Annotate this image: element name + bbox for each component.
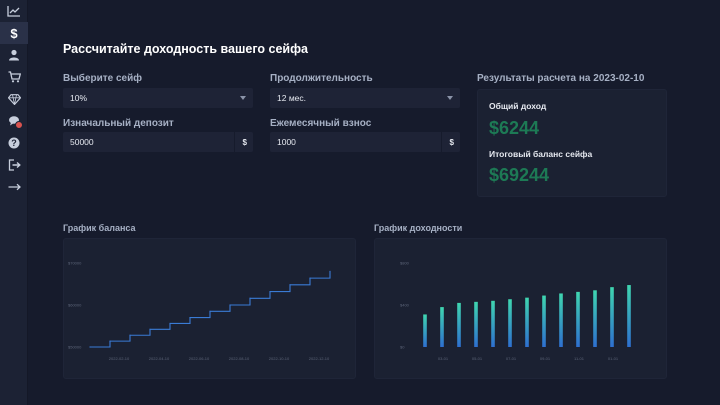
field-divider [441, 132, 442, 152]
balance-chart-title: График баланса [63, 223, 136, 233]
balance-label: Итоговый баланс сейфа [489, 149, 593, 159]
y-tick-label: $800 [400, 261, 410, 266]
x-tick-label: 2022-02-10 [109, 356, 130, 361]
sidebar-item-logout[interactable] [0, 154, 28, 176]
x-tick-label: 09-01 [540, 356, 551, 361]
balance-data-point [89, 346, 91, 348]
x-tick-label: 05-01 [472, 356, 483, 361]
balance-data-point [169, 322, 171, 325]
duration-select-label: Продолжительность [270, 73, 373, 84]
y-tick-label: $60000 [68, 303, 82, 308]
y-tick-label: $50000 [68, 345, 82, 350]
income-chart: $800 $400 $0 03-01 05-01 07-01 09-01 11-01 01-01 [400, 261, 631, 361]
deposit-field[interactable]: 50000 $ [63, 132, 253, 152]
x-tick-label: 2022-12-10 [309, 356, 330, 361]
income-bar [542, 295, 546, 347]
balance-data-point [249, 297, 251, 299]
sidebar-item-expand[interactable] [0, 176, 28, 198]
duration-select[interactable]: 12 мес. [270, 88, 460, 108]
income-label: Общий доход [489, 101, 547, 111]
balance-data-point [109, 340, 111, 342]
deposit-field-label: Изначальный депозит [63, 118, 174, 129]
monthly-field[interactable]: 1000 $ [270, 132, 460, 152]
safe-select-value: 10% [70, 93, 88, 103]
field-divider [234, 132, 235, 152]
balance-data-point [309, 277, 311, 279]
x-tick-label: 01-01 [608, 356, 619, 361]
income-bar [491, 300, 495, 347]
balance-series-line [90, 271, 331, 348]
x-tick-label: 2022-08-10 [229, 356, 250, 361]
income-bar [525, 297, 529, 347]
notification-badge [15, 121, 23, 129]
deposit-currency: $ [242, 137, 247, 147]
x-tick-label: 03-01 [438, 356, 449, 361]
income-bar [627, 285, 631, 347]
y-tick-label: $70000 [68, 261, 82, 266]
income-bar [457, 302, 461, 347]
page-title: Рассчитайте доходность вашего сейфа [63, 42, 308, 56]
sidebar: $ ? [0, 0, 28, 405]
income-bar [559, 293, 563, 347]
monthly-currency: $ [449, 137, 454, 147]
income-value: $6244 [489, 118, 540, 138]
monthly-field-value: 1000 [277, 137, 296, 147]
balance-data-point [289, 284, 291, 286]
income-bar [508, 299, 512, 347]
balance-data-point [209, 310, 211, 312]
chart-line-icon [7, 6, 20, 17]
balance-data-point [129, 334, 131, 336]
svg-text:?: ? [11, 138, 17, 148]
balance-data-point [329, 270, 331, 272]
income-bar [593, 290, 597, 347]
monthly-field-label: Ежемесячный взнос [270, 118, 372, 129]
x-tick-label: 2022-04-10 [149, 356, 170, 361]
balance-data-point [149, 328, 151, 330]
sidebar-item-profile[interactable] [0, 44, 28, 66]
cart-icon [8, 71, 21, 83]
results-panel: Общий доход $6244 Итоговый баланс сейфа … [477, 89, 667, 197]
logout-icon [8, 159, 21, 171]
balance-data-point [189, 317, 191, 319]
diamond-icon [7, 93, 21, 105]
safe-select[interactable]: 10% [63, 88, 253, 108]
safe-select-label: Выберите сейф [63, 73, 143, 84]
svg-text:$: $ [10, 26, 18, 40]
x-tick-label: 07-01 [506, 356, 517, 361]
results-heading: Результаты расчета на 2023-02-10 [477, 73, 645, 84]
sidebar-item-help[interactable]: ? [0, 132, 28, 154]
x-tick-label: 2022-06-10 [189, 356, 210, 361]
chevron-down-icon [447, 96, 453, 100]
balance-chart-panel: $70000 $60000 $50000 2022-02-10 2022-04-10 20… [63, 238, 356, 379]
income-bar [474, 301, 478, 347]
sidebar-item-vip[interactable] [0, 88, 28, 110]
arrow-right-icon [8, 183, 21, 191]
dollar-icon: $ [10, 26, 18, 40]
income-chart-title: График доходности [374, 223, 463, 233]
balance-data-point [269, 290, 271, 293]
income-bar [610, 287, 614, 347]
sidebar-item-calculator[interactable]: $ [0, 22, 28, 44]
income-bar [440, 307, 444, 347]
deposit-field-value: 50000 [70, 137, 94, 147]
balance-data-point [229, 304, 231, 306]
x-tick-label: 11-01 [574, 356, 585, 361]
y-tick-label: $400 [400, 303, 410, 308]
balance-value: $69244 [489, 165, 550, 185]
duration-select-value: 12 мес. [277, 93, 306, 103]
balance-chart: $70000 $60000 $50000 2022-02-10 2022-04-10 20… [68, 261, 331, 361]
x-tick-label: 2022-10-10 [269, 356, 290, 361]
sidebar-item-chat[interactable] [0, 110, 28, 132]
user-icon [9, 49, 19, 61]
chevron-down-icon [240, 96, 246, 100]
sidebar-item-shop[interactable] [0, 66, 28, 88]
income-bar [423, 314, 427, 347]
income-bar [576, 291, 580, 347]
sidebar-item-charts[interactable] [0, 0, 28, 22]
income-chart-panel: $800 $400 $0 03-01 05-01 07-01 09-01 11-01 01-01 [374, 238, 667, 379]
y-tick-label: $0 [400, 345, 405, 350]
help-icon: ? [8, 137, 20, 149]
